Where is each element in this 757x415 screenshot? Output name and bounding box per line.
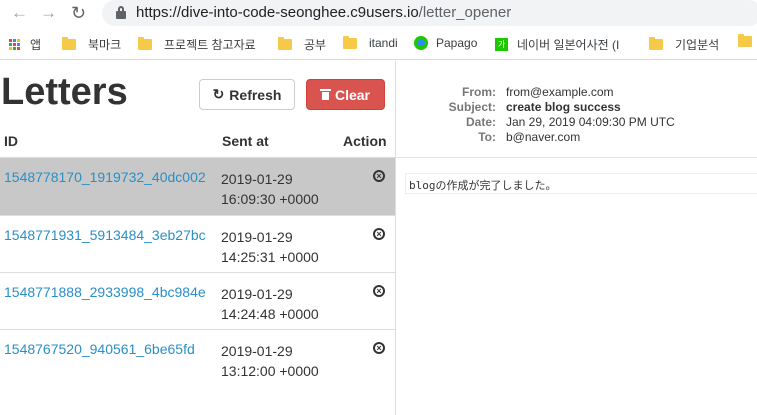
sent-time: 13:12:00 +0000 bbox=[221, 363, 319, 379]
date-value: Jan 29, 2019 04:09:30 PM UTC bbox=[506, 115, 675, 129]
bookmark-label: 프로젝트 참고자료 bbox=[164, 38, 256, 52]
column-header-id: ID bbox=[4, 133, 18, 149]
sent-time: 14:24:48 +0000 bbox=[221, 306, 319, 322]
letter-row[interactable]: 1548778170_1919732_40dc002 2019-01-29 16:… bbox=[0, 157, 395, 215]
letter-row[interactable]: 1548767520_940561_6be65fd 2019-01-29 13:1… bbox=[0, 329, 395, 386]
url-text: https://dive-into-code-seonghee.c9users.… bbox=[136, 4, 511, 21]
page-title: Letters bbox=[1, 71, 128, 113]
forward-arrow-icon[interactable]: → bbox=[40, 3, 57, 23]
to-label: To: bbox=[478, 130, 496, 144]
bookmark-folder[interactable]: 프로젝트 참고자료 bbox=[138, 36, 256, 53]
message-body-text: blogの作成が完了しました。 bbox=[409, 179, 557, 192]
sent-date: 2019-01-29 bbox=[221, 286, 293, 302]
refresh-button[interactable]: ↻ Refresh bbox=[199, 79, 295, 110]
naver-icon: 가 bbox=[495, 38, 508, 51]
sent-time: 14:25:31 +0000 bbox=[221, 249, 319, 265]
from-label: From: bbox=[462, 85, 496, 99]
clear-button[interactable]: Clear bbox=[306, 79, 385, 110]
reload-icon[interactable]: ↻ bbox=[71, 3, 86, 23]
from-value: from@example.com bbox=[506, 85, 614, 99]
refresh-label: Refresh bbox=[229, 86, 282, 103]
letter-id-link[interactable]: 1548771931_5913484_3eb27bc bbox=[4, 227, 206, 243]
letter-id-link[interactable]: 1548767520_940561_6be65fd bbox=[4, 341, 195, 357]
letter-list-pane: Letters ↻ Refresh Clear ID Sent at Actio… bbox=[0, 61, 395, 415]
letter-row[interactable]: 1548771888_2933998_4bc984e 2019-01-29 14:… bbox=[0, 272, 395, 329]
papago-icon bbox=[414, 36, 428, 50]
delete-icon[interactable]: × bbox=[373, 342, 385, 354]
bookmark-label: 기업분석 bbox=[675, 38, 720, 52]
bookmark-apps[interactable]: 앱 bbox=[9, 36, 41, 53]
bookmark-folder[interactable]: 기업분석 bbox=[649, 36, 719, 53]
delete-icon[interactable]: × bbox=[373, 170, 385, 182]
sent-date: 2019-01-29 bbox=[221, 343, 293, 359]
folder-icon bbox=[138, 37, 152, 50]
bookmark-naver-dictionary[interactable]: 가 네이버 일본어사전 (I bbox=[495, 36, 619, 53]
letter-id-link[interactable]: 1548778170_1919732_40dc002 bbox=[4, 169, 206, 185]
sent-at: 2019-01-29 14:24:48 +0000 bbox=[221, 284, 319, 324]
message-body: blogの作成が完了しました。 bbox=[405, 173, 757, 194]
sent-at: 2019-01-29 13:12:00 +0000 bbox=[221, 341, 319, 381]
column-header-action: Action bbox=[343, 133, 387, 149]
bookmark-label: Papago bbox=[436, 36, 478, 50]
bookmarks-bar: 앱 북마크 프로젝트 참고자료 공부 itandi Papago 가 네이버 일… bbox=[0, 28, 757, 60]
subject-label: Subject: bbox=[448, 100, 496, 114]
bookmark-folder[interactable]: 공부 bbox=[278, 36, 326, 53]
sent-date: 2019-01-29 bbox=[221, 171, 293, 187]
folder-icon bbox=[649, 37, 663, 50]
back-arrow-icon[interactable]: ← bbox=[11, 3, 28, 23]
url-path: /letter_opener bbox=[418, 4, 512, 21]
letter-id-link[interactable]: 1548771888_2933998_4bc984e bbox=[4, 284, 206, 300]
folder-icon bbox=[278, 37, 292, 50]
bookmark-label: 앱 bbox=[30, 38, 42, 52]
refresh-icon: ↻ bbox=[212, 86, 225, 102]
sent-at: 2019-01-29 16:09:30 +0000 bbox=[221, 169, 319, 209]
bookmark-folder[interactable]: itandi bbox=[343, 35, 398, 50]
bookmark-label: 북마크 bbox=[88, 38, 122, 52]
delete-icon[interactable]: × bbox=[373, 285, 385, 297]
bookmark-papago[interactable]: Papago bbox=[414, 36, 477, 50]
to-value: b@naver.com bbox=[506, 130, 581, 144]
apps-grid-icon bbox=[9, 39, 20, 50]
folder-icon bbox=[343, 35, 357, 49]
date-label: Date: bbox=[465, 115, 496, 129]
bookmark-folder[interactable] bbox=[738, 34, 757, 47]
header-divider bbox=[396, 157, 757, 158]
sent-at: 2019-01-29 14:25:31 +0000 bbox=[221, 227, 319, 267]
clear-label: Clear bbox=[334, 86, 371, 103]
sent-date: 2019-01-29 bbox=[221, 229, 293, 245]
sent-time: 16:09:30 +0000 bbox=[221, 191, 319, 207]
bookmark-label: 공부 bbox=[304, 38, 327, 52]
browser-address-bar: ← → ↻ https://dive-into-code-seonghee.c9… bbox=[0, 0, 757, 28]
letter-row[interactable]: 1548771931_5913484_3eb27bc 2019-01-29 14:… bbox=[0, 215, 395, 272]
delete-icon[interactable]: × bbox=[373, 228, 385, 240]
bookmark-label: itandi bbox=[369, 36, 398, 50]
folder-icon bbox=[62, 37, 76, 50]
url-host: https://dive-into-code-seonghee.c9users.… bbox=[136, 4, 419, 21]
trash-icon bbox=[319, 89, 331, 100]
lock-icon bbox=[116, 6, 126, 19]
bookmark-label: 네이버 일본어사전 (I bbox=[517, 38, 620, 52]
url-input[interactable]: https://dive-into-code-seonghee.c9users.… bbox=[102, 0, 757, 26]
column-header-sent-at: Sent at bbox=[222, 133, 269, 149]
folder-icon bbox=[738, 34, 752, 47]
subject-value: create blog success bbox=[506, 100, 621, 114]
bookmark-folder[interactable]: 북마크 bbox=[62, 36, 121, 53]
